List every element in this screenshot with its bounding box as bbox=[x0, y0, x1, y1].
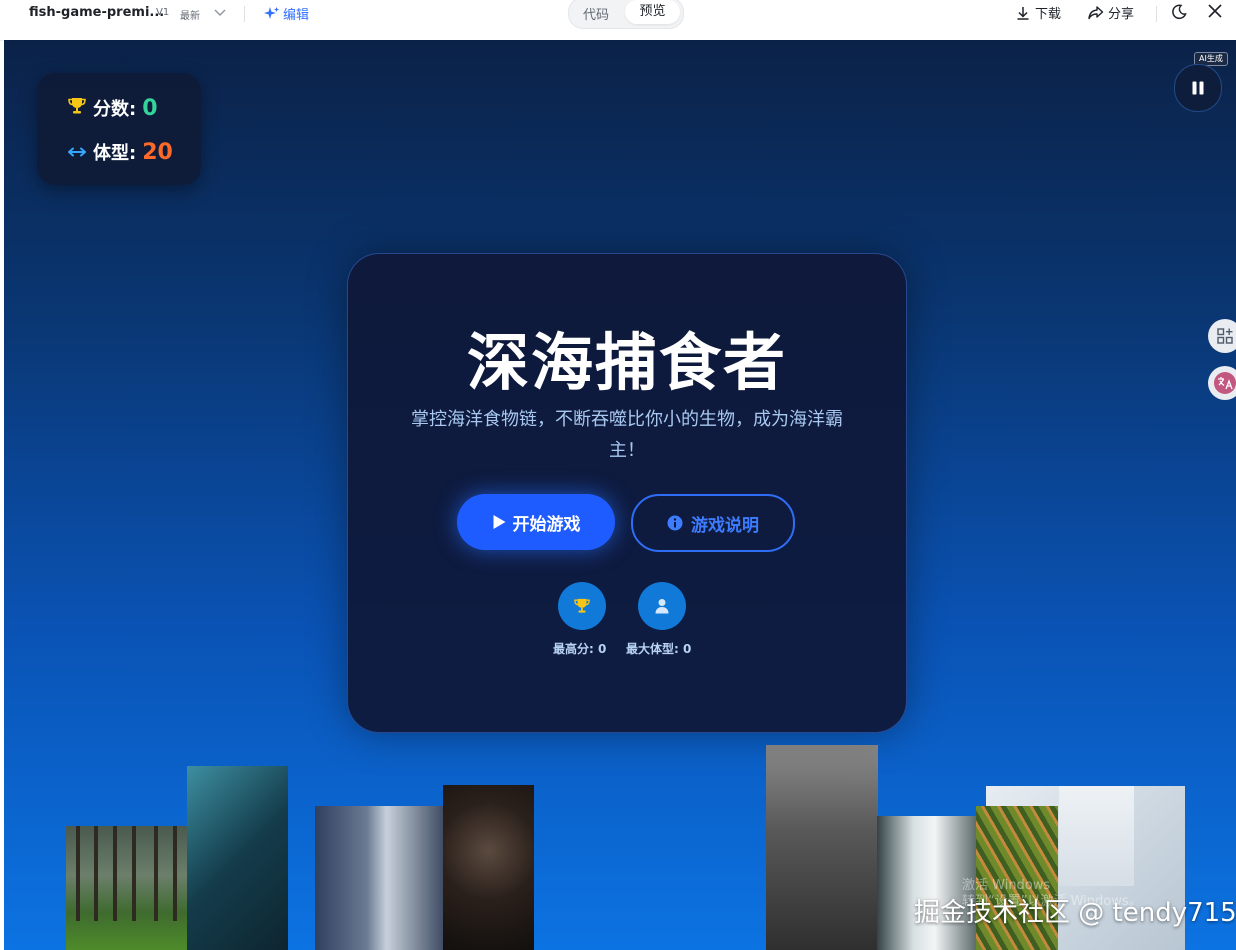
start-game-button[interactable]: 开始游戏 bbox=[457, 494, 615, 550]
pause-icon bbox=[1192, 81, 1204, 95]
trophy-icon bbox=[574, 598, 590, 613]
site-watermark: 掘金技术社区 @ tendy715 bbox=[914, 898, 1236, 928]
max-size-label: 最大体型: 0 bbox=[626, 642, 692, 656]
max-size-badge bbox=[638, 582, 686, 630]
download-label: 下载 bbox=[1035, 7, 1062, 22]
divider bbox=[1156, 6, 1157, 22]
translate-button[interactable] bbox=[1208, 366, 1236, 400]
tab-preview[interactable]: 预览 bbox=[625, 0, 680, 24]
trophy-icon bbox=[68, 98, 86, 114]
download-button[interactable]: 下载 bbox=[1015, 3, 1061, 22]
score-label: 分数: bbox=[93, 99, 137, 120]
game-title: 深海捕食者 bbox=[466, 326, 787, 399]
apps-button[interactable] bbox=[1208, 319, 1236, 353]
play-icon bbox=[493, 515, 505, 529]
translate-icon bbox=[1214, 372, 1236, 394]
close-icon[interactable] bbox=[1207, 3, 1223, 23]
size-row: 体型: 20 bbox=[67, 139, 173, 165]
info-icon bbox=[667, 515, 683, 531]
share-icon bbox=[1088, 5, 1104, 19]
latest-label: 最新 bbox=[180, 11, 200, 22]
camera-photo bbox=[443, 785, 534, 950]
share-button[interactable]: 分享 bbox=[1087, 3, 1134, 22]
hangers-photo bbox=[315, 806, 445, 950]
apps-icon bbox=[1217, 328, 1233, 344]
chevron-down-icon[interactable] bbox=[213, 4, 227, 23]
size-label: 体型: bbox=[93, 143, 137, 164]
game-canvas[interactable]: 分数: 0 体型: 20 AI生成 深海捕食者 掌控海洋食物链，不断吞噬比你小的… bbox=[4, 40, 1236, 950]
best-score-label: 最高分: 0 bbox=[553, 642, 607, 656]
share-label: 分享 bbox=[1108, 7, 1135, 22]
stairs-photo-detail bbox=[1059, 786, 1134, 886]
score-panel: 分数: 0 体型: 20 bbox=[37, 73, 201, 185]
arrows-horizontal-icon bbox=[68, 147, 86, 157]
edit-label: 编辑 bbox=[283, 8, 310, 23]
grass-photo bbox=[766, 745, 878, 950]
score-row: 分数: 0 bbox=[67, 95, 158, 121]
game-subtitle: 掌控海洋食物链，不断吞噬比你小的生物，成为海洋霸主！ bbox=[411, 409, 843, 461]
best-score-badge bbox=[558, 582, 606, 630]
pause-button[interactable] bbox=[1174, 64, 1222, 112]
edit-button[interactable]: 编辑 bbox=[264, 4, 309, 23]
start-menu-card: 深海捕食者 掌控海洋食物链，不断吞噬比你小的生物，成为海洋霸主！ 开始游戏 游戏… bbox=[347, 253, 907, 733]
version-label: V1 bbox=[156, 7, 170, 18]
forest-photo bbox=[66, 826, 188, 950]
tab-code[interactable]: 代码 bbox=[583, 4, 609, 23]
start-game-label: 开始游戏 bbox=[512, 514, 581, 535]
phone-photo bbox=[187, 766, 288, 950]
moon-icon[interactable] bbox=[1170, 3, 1188, 25]
score-value: 0 bbox=[142, 96, 158, 121]
download-icon bbox=[1017, 6, 1029, 20]
user-icon bbox=[655, 599, 669, 614]
game-instructions-label: 游戏说明 bbox=[691, 515, 759, 536]
view-toggle: 代码 预览 bbox=[568, 0, 684, 29]
size-value: 20 bbox=[142, 140, 173, 165]
project-title[interactable]: fish-game-premi... bbox=[29, 5, 164, 20]
game-instructions-button[interactable]: 游戏说明 bbox=[631, 494, 795, 552]
sparkle-icon bbox=[264, 6, 279, 19]
divider bbox=[244, 6, 245, 22]
top-toolbar: fish-game-premi... V1 最新 编辑 代码 预览 下载 分享 bbox=[0, 0, 1236, 41]
